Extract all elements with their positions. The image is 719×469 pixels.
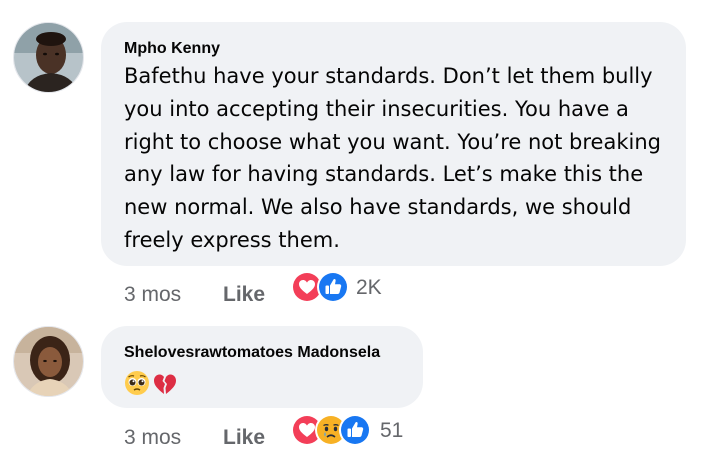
avatar[interactable] — [13, 22, 84, 93]
broken-heart-icon — [152, 370, 178, 401]
comment-text — [124, 370, 423, 401]
like-icon — [338, 413, 372, 447]
comment-timestamp[interactable]: 3 mos — [124, 283, 181, 307]
comment-author[interactable]: Mpho Kenny — [124, 40, 686, 58]
avatar[interactable] — [13, 326, 84, 397]
like-button[interactable]: Like — [223, 426, 265, 450]
reaction-count: 2K — [356, 276, 382, 299]
like-button[interactable]: Like — [223, 283, 265, 307]
comment-timestamp[interactable]: 3 mos — [124, 426, 181, 450]
comment-bubble: Mpho Kenny Bafethu have your standards. … — [101, 22, 686, 266]
reaction-summary[interactable]: 51 — [290, 413, 410, 447]
comment-author[interactable]: Shelovesrawtomatoes Madonsela — [124, 344, 423, 362]
comment-bubble: Shelovesrawtomatoes Madonsela — [101, 326, 423, 408]
like-icon — [316, 270, 350, 304]
reaction-summary[interactable]: 2K — [290, 270, 400, 304]
reaction-count: 51 — [380, 419, 404, 442]
pleading-face-icon — [124, 370, 150, 401]
comment-text: Bafethu have your standards. Don’t let t… — [124, 64, 661, 252]
